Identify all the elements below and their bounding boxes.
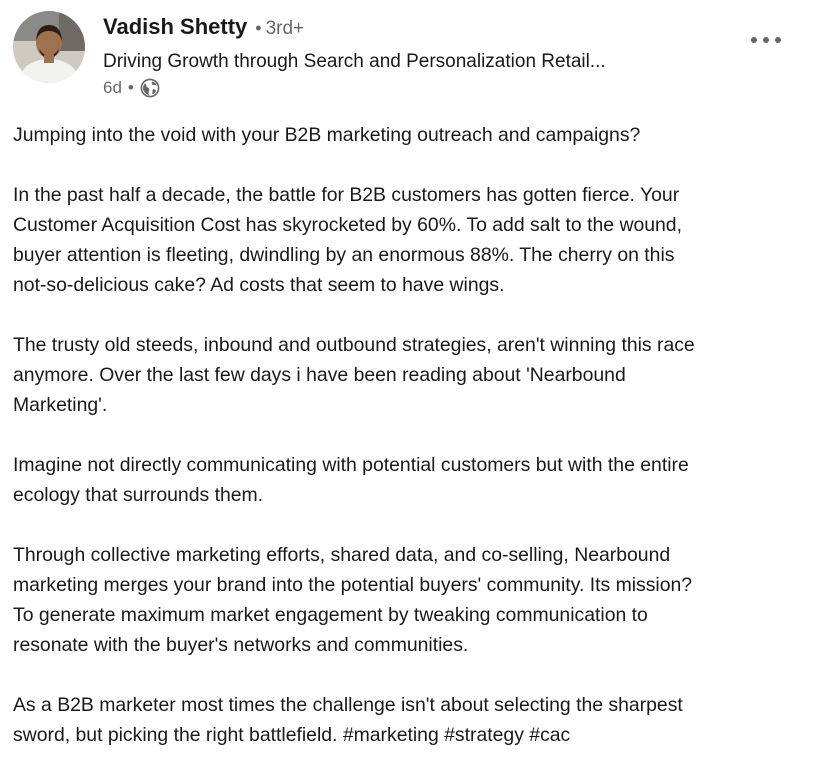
globe-icon — [140, 78, 160, 98]
post-line-text: sword, but picking the right battlefield… — [13, 724, 343, 746]
hashtag-link-strategy[interactable]: #strategy — [444, 724, 524, 746]
post-line: not-so-delicious cake? Ad costs that see… — [13, 274, 505, 296]
degree-separator: • — [255, 18, 262, 38]
post-paragraph: In the past half a decade, the battle fo… — [13, 180, 803, 300]
post-time: 6d — [103, 78, 122, 97]
hashtag-link-cac[interactable]: #cac — [529, 724, 570, 746]
author-name-row: Vadish Shetty • 3rd+ — [103, 14, 304, 48]
post-line: buyer attention is fleeting, dwindling b… — [13, 244, 675, 266]
post-line: Jumping into the void with your B2B mark… — [13, 124, 641, 146]
avatar-image — [13, 11, 85, 83]
more-horizontal-icon — [751, 37, 781, 43]
post-line: marketing merges your brand into the pot… — [13, 574, 693, 596]
post-line-with-hashtags: sword, but picking the right battlefield… — [13, 720, 803, 750]
post-line: Imagine not directly communicating with … — [13, 454, 689, 476]
post-line: ecology that surrounds them. — [13, 484, 264, 506]
connection-degree: 3rd+ — [265, 18, 305, 39]
post-line: Marketing'. — [13, 394, 108, 416]
post-line: As a B2B marketer most times the challen… — [13, 694, 683, 716]
author-name[interactable]: Vadish Shetty — [103, 14, 247, 40]
post-line: Through collective marketing efforts, sh… — [13, 544, 671, 566]
post-paragraph: As a B2B marketer most times the challen… — [13, 690, 803, 750]
post-paragraph: Through collective marketing efforts, sh… — [13, 540, 803, 660]
author-headline: Driving Growth through Search and Person… — [103, 51, 606, 72]
author-avatar[interactable] — [13, 11, 85, 83]
post-meta: 6d • — [103, 78, 160, 98]
more-options-button[interactable] — [744, 28, 788, 52]
post-line: To generate maximum market engagement by… — [13, 604, 648, 626]
post-paragraph: Imagine not directly communicating with … — [13, 450, 803, 510]
feed-post: Vadish Shetty • 3rd+ Driving Growth thro… — [0, 0, 814, 760]
post-line: anymore. Over the last few days i have b… — [13, 364, 626, 386]
post-line: Customer Acquisition Cost has skyrockete… — [13, 214, 682, 236]
meta-separator: • — [127, 78, 134, 97]
post-body: Jumping into the void with your B2B mark… — [13, 120, 803, 780]
hashtag-link-marketing[interactable]: #marketing — [343, 724, 439, 746]
post-paragraph: The trusty old steeds, inbound and outbo… — [13, 330, 803, 420]
post-line: In the past half a decade, the battle fo… — [13, 184, 680, 206]
post-line: The trusty old steeds, inbound and outbo… — [13, 334, 695, 356]
post-line: resonate with the buyer's networks and c… — [13, 634, 469, 656]
post-paragraph: Jumping into the void with your B2B mark… — [13, 120, 803, 150]
